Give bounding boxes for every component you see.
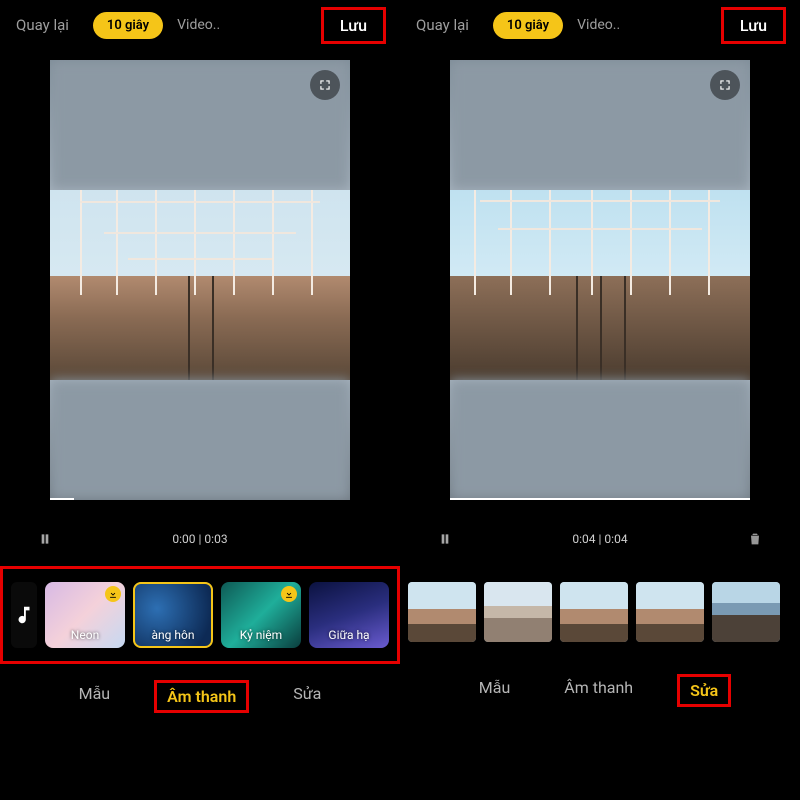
delete-icon[interactable] (740, 524, 770, 554)
music-library-button[interactable] (11, 582, 37, 648)
tab-sua[interactable]: Sửa (677, 674, 731, 707)
tab-sua[interactable]: Sửa (283, 680, 331, 713)
music-card-label: Giữa hạ (309, 628, 389, 642)
clip-thumbnail[interactable] (560, 582, 628, 642)
save-button[interactable]: Lưu (321, 7, 386, 44)
download-icon (281, 586, 297, 602)
music-card-label: Kỷ niệm (221, 628, 301, 642)
music-card-label: àng hôn (133, 628, 213, 642)
left-screen: Quay lại 10 giây Video.. Lưu (0, 0, 400, 800)
video-label[interactable]: Video.. (177, 17, 220, 33)
time-display: 0:00 | 0:03 (172, 532, 227, 546)
playback-controls: 0:04 | 0:04 (400, 522, 800, 556)
preview-photo (50, 190, 350, 380)
back-button[interactable]: Quay lại (8, 12, 77, 38)
progress-bar (450, 498, 750, 500)
clip-thumbnail[interactable] (636, 582, 704, 642)
playback-controls: 0:00 | 0:03 (0, 522, 400, 556)
preview-blur-bottom (50, 380, 350, 500)
duration-chip[interactable]: 10 giây (493, 12, 563, 39)
tab-mau[interactable]: Mẫu (469, 674, 521, 707)
preview-blur-bottom (450, 380, 750, 500)
back-button[interactable]: Quay lại (408, 12, 477, 38)
clip-thumbnail[interactable] (712, 582, 780, 642)
music-card[interactable]: Neon (45, 582, 125, 648)
tab-amthanh[interactable]: Âm thanh (154, 680, 249, 713)
preview-blur-top (50, 60, 350, 190)
fullscreen-icon[interactable] (310, 70, 340, 100)
download-icon (105, 586, 121, 602)
preview-stage[interactable] (450, 60, 750, 500)
bottom-tabs: Mẫu Âm thanh Sửa (400, 674, 800, 707)
music-card-label: Neon (45, 628, 125, 642)
music-card[interactable]: Giữa hạ (309, 582, 389, 648)
duration-chip[interactable]: 10 giây (93, 12, 163, 39)
pause-icon[interactable] (30, 524, 60, 554)
right-screen: Quay lại 10 giây Video.. Lưu (400, 0, 800, 800)
preview-blur-top (450, 60, 750, 190)
video-label[interactable]: Video.. (577, 17, 620, 33)
tab-mau[interactable]: Mẫu (69, 680, 121, 713)
clip-thumbnail[interactable] (484, 582, 552, 642)
pause-icon[interactable] (430, 524, 460, 554)
music-card[interactable]: àng hôn (133, 582, 213, 648)
time-display: 0:04 | 0:04 (572, 532, 627, 546)
fullscreen-icon[interactable] (710, 70, 740, 100)
music-card[interactable]: Kỷ niệm (221, 582, 301, 648)
tab-amthanh[interactable]: Âm thanh (554, 674, 643, 707)
preview-photo (450, 190, 750, 380)
preview-stage[interactable] (50, 60, 350, 500)
header: Quay lại 10 giây Video.. Lưu (400, 0, 800, 50)
bottom-tabs: Mẫu Âm thanh Sửa (0, 680, 400, 713)
progress-bar (50, 498, 74, 500)
header: Quay lại 10 giây Video.. Lưu (0, 0, 400, 50)
music-strip: Neon àng hôn Kỷ niệm Giữa hạ (0, 566, 400, 664)
clip-thumbnail[interactable] (408, 582, 476, 642)
save-button[interactable]: Lưu (721, 7, 786, 44)
clip-strip (400, 566, 800, 658)
